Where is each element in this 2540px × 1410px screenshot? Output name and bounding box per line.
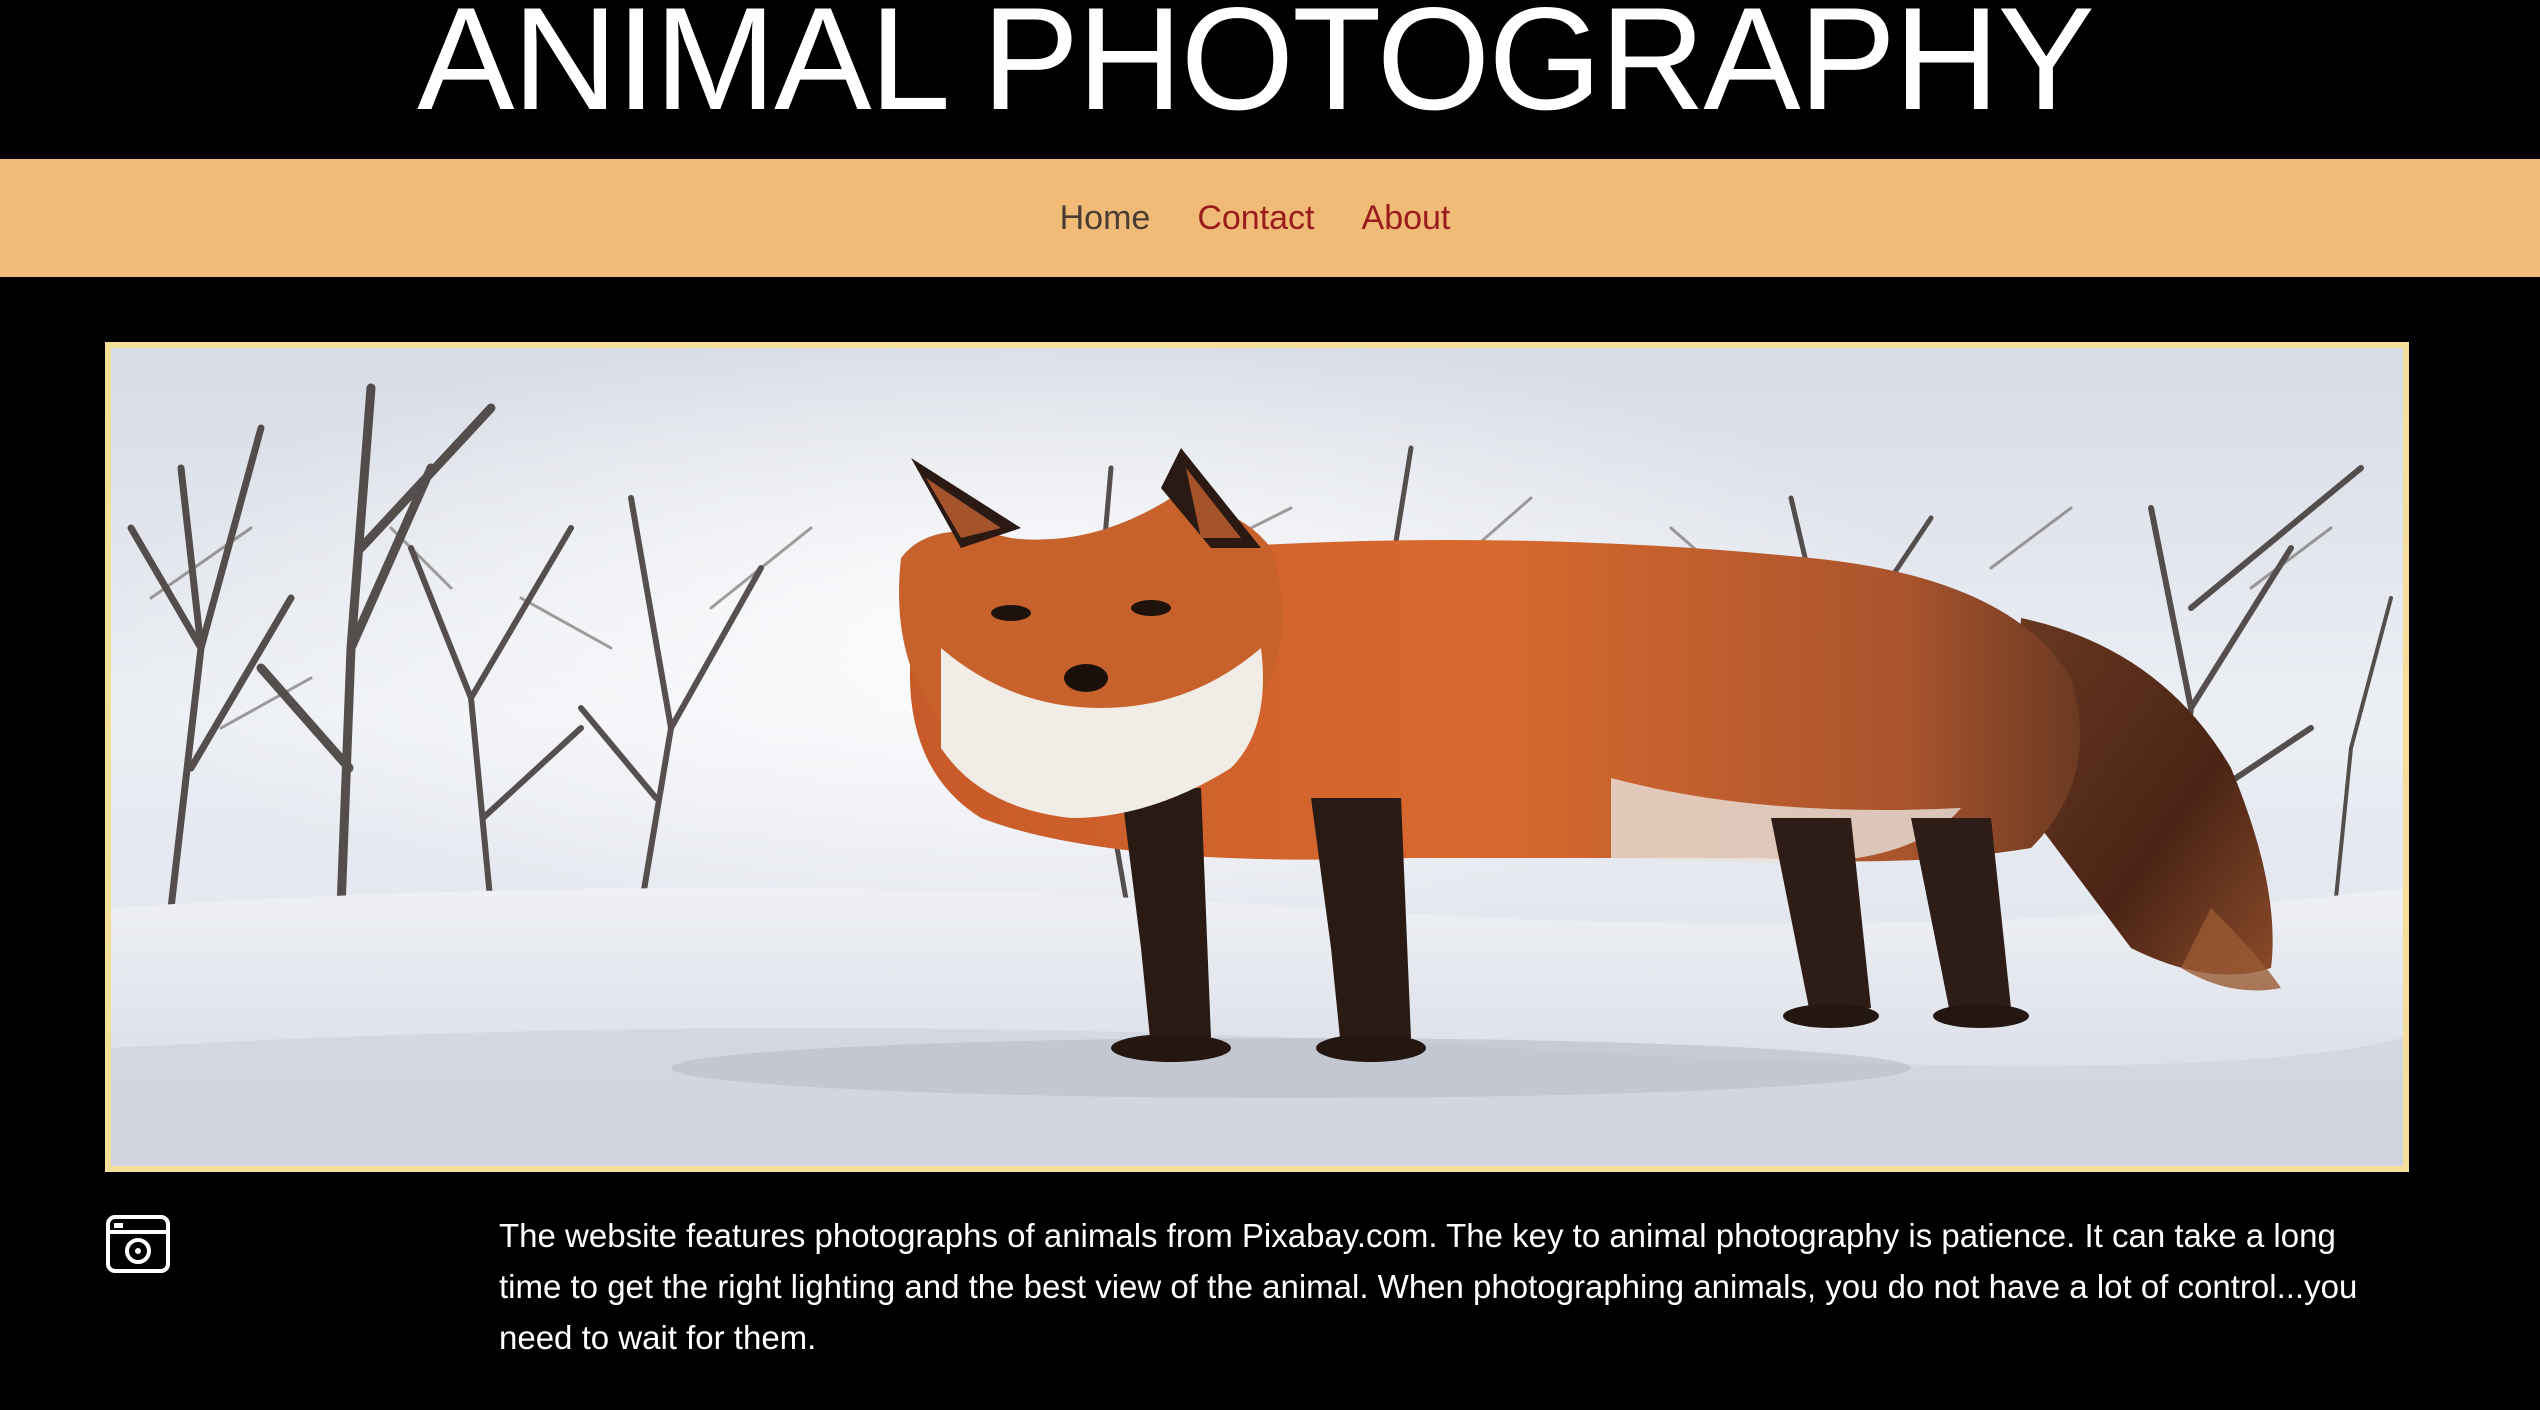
site-header: ANIMAL PHOTOGRAPHY	[0, 0, 2540, 159]
hero-image	[105, 342, 2409, 1172]
page: ANIMAL PHOTOGRAPHY Home Contact About Th…	[0, 0, 2540, 1410]
nav-link-contact[interactable]: Contact	[1197, 199, 1314, 238]
nav-bar: Home Contact About	[0, 159, 2540, 277]
nav-link-about[interactable]: About	[1362, 199, 1451, 238]
intro-paragraph: The website features photographs of anim…	[499, 1217, 2358, 1356]
site-title: ANIMAL PHOTOGRAPHY	[417, 0, 2095, 140]
fox-photo	[111, 348, 2403, 1166]
nav-links: Home Contact About	[0, 159, 2510, 277]
camera-icon	[106, 1214, 170, 1274]
nav-link-home[interactable]: Home	[1060, 199, 1151, 238]
